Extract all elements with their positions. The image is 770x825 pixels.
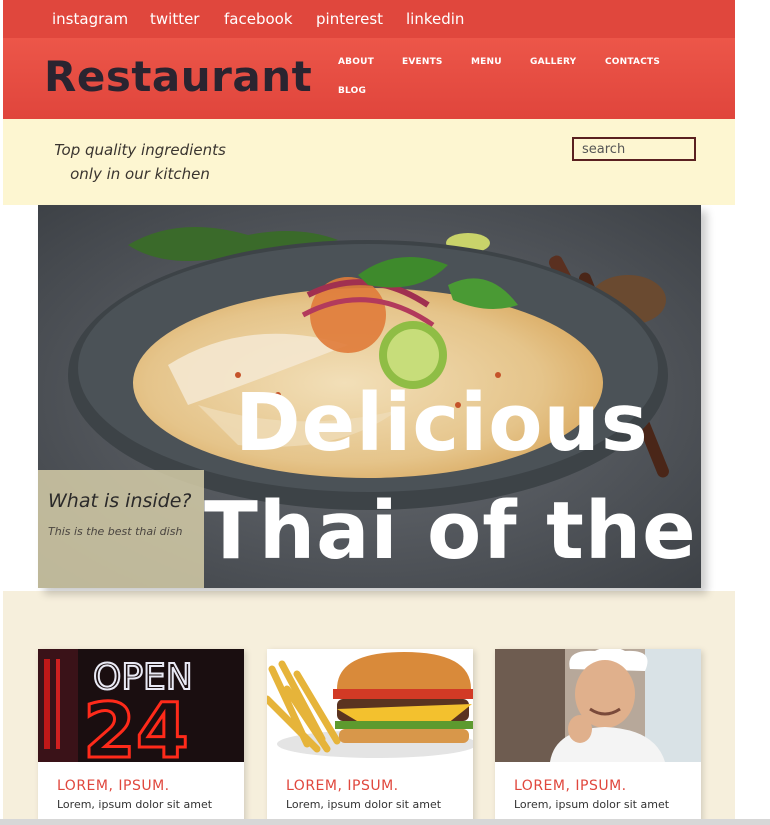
tagline-bar: Top quality ingredients only in our kitc… bbox=[3, 119, 735, 205]
social-link-linkedin[interactable]: linkedin bbox=[406, 10, 464, 28]
card-text: Lorem, ipsum dolor sit amet bbox=[57, 798, 213, 811]
nav-item-gallery[interactable]: GALLERY bbox=[530, 57, 576, 67]
card-chef[interactable]: LOREM, IPSUM. Lorem, ipsum dolor sit ame… bbox=[495, 649, 701, 825]
nav-item-blog[interactable]: BLOG bbox=[338, 86, 366, 96]
nav-item-events[interactable]: EVENTS bbox=[402, 57, 443, 67]
social-link-instagram[interactable]: instagram bbox=[52, 10, 128, 28]
nav-item-contacts[interactable]: CONTACTS bbox=[605, 57, 660, 67]
hero-banner: Delicious Thai of the What is inside? Th… bbox=[38, 205, 701, 588]
hero-caption-title: What is inside? bbox=[48, 490, 192, 512]
hero-caption-text: This is the best thai dish bbox=[48, 525, 183, 538]
social-link-twitter[interactable]: twitter bbox=[150, 10, 199, 28]
page: instagram twitter facebook pinterest lin… bbox=[3, 0, 735, 825]
card-text: Lorem, ipsum dolor sit amet bbox=[514, 798, 670, 811]
hero-caption: What is inside? This is the best thai di… bbox=[38, 470, 204, 588]
svg-text:24: 24 bbox=[83, 686, 189, 762]
tagline: Top quality ingredients only in our kitc… bbox=[45, 138, 235, 186]
open-sign-image: OPEN 24 bbox=[38, 649, 244, 762]
card-title: LOREM, IPSUM. bbox=[57, 778, 170, 794]
nav-item-menu[interactable]: MENU bbox=[471, 57, 502, 67]
nav-item-about[interactable]: ABOUT bbox=[338, 57, 374, 67]
hero-headline-line-1: Delicious bbox=[235, 377, 649, 469]
horizontal-scrollbar[interactable] bbox=[0, 819, 770, 825]
hero-headline-line-2: Thai of the bbox=[204, 485, 697, 577]
card-title: LOREM, IPSUM. bbox=[286, 778, 399, 794]
site-header: Restaurant ABOUT EVENTS MENU GALLERY CON… bbox=[3, 38, 735, 119]
site-logo[interactable]: Restaurant bbox=[44, 52, 312, 101]
social-bar: instagram twitter facebook pinterest lin… bbox=[3, 0, 735, 38]
social-link-pinterest[interactable]: pinterest bbox=[316, 10, 383, 28]
card-burger[interactable]: LOREM, IPSUM. Lorem, ipsum dolor sit ame… bbox=[267, 649, 473, 825]
card-title: LOREM, IPSUM. bbox=[514, 778, 627, 794]
tagline-line-1: Top quality ingredients bbox=[54, 141, 226, 159]
card-open24[interactable]: OPEN 24 LOREM, IPSUM. Lorem, ipsum dolor… bbox=[38, 649, 244, 825]
social-link-facebook[interactable]: facebook bbox=[224, 10, 293, 28]
card-text: Lorem, ipsum dolor sit amet bbox=[286, 798, 442, 811]
burger-image bbox=[267, 649, 473, 762]
search-input[interactable] bbox=[572, 137, 696, 161]
chef-image bbox=[495, 649, 701, 762]
tagline-line-2: only in our kitchen bbox=[70, 165, 210, 183]
